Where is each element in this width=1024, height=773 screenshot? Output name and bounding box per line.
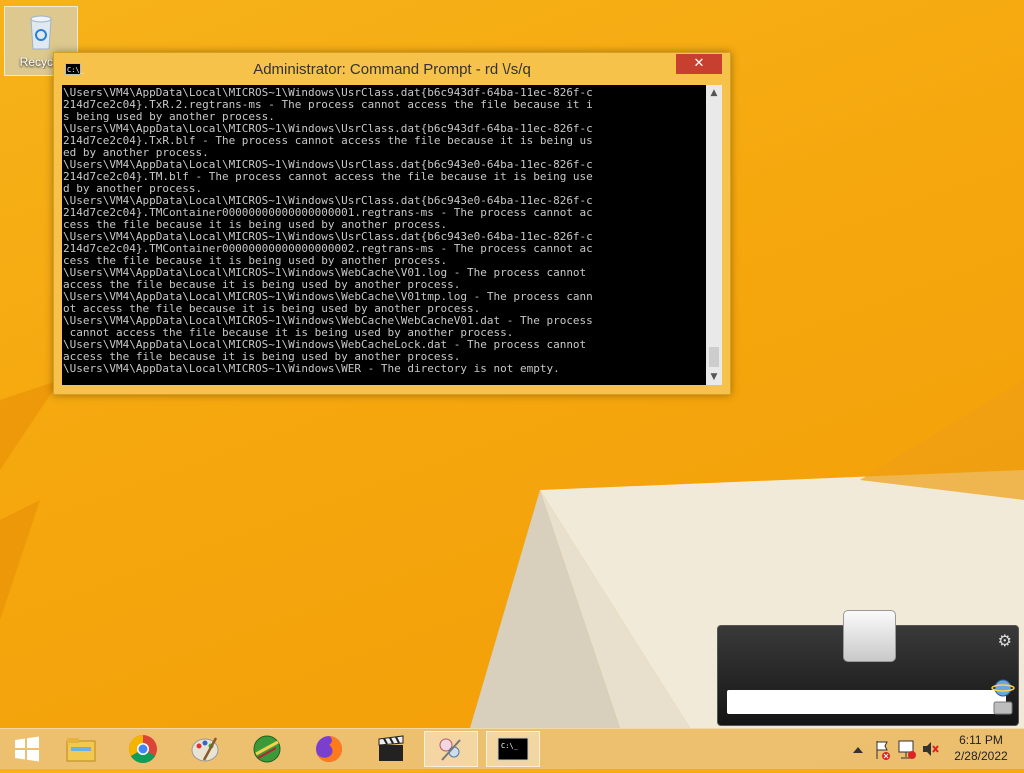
- scroll-thumb[interactable]: [709, 347, 719, 367]
- taskbar-paint[interactable]: [178, 731, 232, 767]
- scroll-down-arrow-icon[interactable]: ▼: [706, 369, 722, 385]
- console-text: \Users\VM4\AppData\Local\MICROS~1\Window…: [63, 86, 593, 375]
- taskbar-snipping[interactable]: [424, 731, 478, 767]
- recycle-bin-icon: [30, 15, 52, 50]
- action-center-button[interactable]: [872, 729, 892, 769]
- close-button[interactable]: ✕: [676, 54, 722, 74]
- widget-handle[interactable]: [843, 610, 896, 662]
- window-titlebar[interactable]: C:\_ Administrator: Command Prompt - rd …: [54, 53, 730, 85]
- console-icon: C:\_: [497, 737, 529, 761]
- network-icon: [898, 740, 916, 759]
- clapperboard-icon: [378, 735, 404, 761]
- scroll-up-arrow-icon[interactable]: ▲: [706, 85, 722, 101]
- taskbar-clock[interactable]: 6:11 PM 2/28/2022: [945, 732, 1017, 764]
- windows-logo-icon: [15, 736, 39, 762]
- flag-alert-icon: [876, 741, 890, 760]
- clock-date: 2/28/2022: [954, 749, 1008, 763]
- taskbar-chrome[interactable]: [116, 731, 170, 767]
- taskbar-app-green[interactable]: [240, 731, 294, 767]
- console-output[interactable]: \Users\VM4\AppData\Local\MICROS~1\Window…: [62, 85, 706, 385]
- network-button[interactable]: [896, 729, 918, 769]
- vertical-scrollbar[interactable]: ▲ ▼: [706, 85, 722, 385]
- command-prompt-window[interactable]: C:\_ Administrator: Command Prompt - rd …: [53, 52, 731, 395]
- taskbar: C:\_ 6:11 PM 2/28/2022: [0, 728, 1024, 769]
- firefox-icon: [316, 736, 342, 762]
- taskbar-file-explorer[interactable]: [54, 731, 108, 767]
- taskbar-cmd[interactable]: C:\_: [486, 731, 540, 767]
- folder-icon: [66, 738, 96, 762]
- show-hidden-icons-button[interactable]: [850, 729, 866, 769]
- taskbar-media[interactable]: [364, 731, 418, 767]
- gear-icon[interactable]: ⚙: [998, 631, 1012, 650]
- desktop-widget: ⚙: [717, 610, 1019, 726]
- scissors-icon: [439, 738, 461, 761]
- svg-text:C:\_: C:\_: [501, 742, 519, 750]
- green-globe-icon: [253, 735, 281, 763]
- chrome-icon: [129, 735, 157, 763]
- volume-button[interactable]: [920, 729, 940, 769]
- globe-drive-icon[interactable]: [991, 678, 1015, 716]
- palette-icon: [191, 737, 219, 762]
- window-title: Administrator: Command Prompt - rd \/s/q: [253, 61, 531, 78]
- taskbar-firefox[interactable]: [302, 731, 356, 767]
- widget-input[interactable]: [727, 690, 1006, 714]
- chevron-up-icon: [853, 747, 863, 753]
- clock-time: 6:11 PM: [959, 733, 1003, 747]
- start-button[interactable]: [0, 731, 54, 767]
- speaker-muted-icon: [923, 742, 939, 756]
